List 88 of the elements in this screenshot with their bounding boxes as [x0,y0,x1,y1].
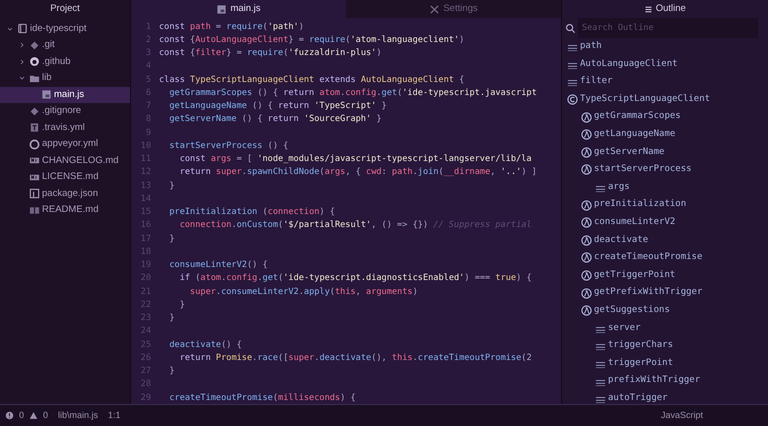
tree-item[interactable]: README.md [0,202,130,218]
outline-item[interactable]: getSuggestions [564,302,768,320]
code-line: const path = require('path') [159,20,304,34]
panel-title: Outline [656,2,686,16]
search-field[interactable]: Search Outline [578,18,758,38]
lambda-icon [580,146,592,158]
outline-item[interactable]: getLanguageName [564,126,768,144]
error-count: 0 [19,408,24,422]
outline-item[interactable]: triggerChars [564,337,768,355]
code-line: const {filter} = require('fuzzaldrin-plus') [159,47,382,60]
lambda-icon [580,200,592,211]
tree-item[interactable]: .git [0,37,130,54]
code-line: } [178,298,185,312]
code-line: } [168,232,175,246]
tree-item[interactable]: .gitignore [0,103,130,120]
tree-item[interactable]: lib [0,70,130,86]
code-line: } [168,312,175,325]
tree-item[interactable]: main.js [0,86,130,103]
outline-item[interactable]: consumeLinterV2 [564,214,768,232]
js-file-icon [40,89,52,100]
tree-item[interactable]: CHANGELOG.md [0,152,130,169]
tree-item[interactable]: ide-typescript [0,20,130,37]
lambda-icon [580,129,592,140]
panel-title: Project [49,2,81,16]
outline-item[interactable]: createTimeoutPromise [564,249,768,267]
warning-icon [29,411,38,420]
code-line: preInitialization (connection) { [168,206,335,219]
markdown-icon [28,155,40,166]
outline-item[interactable]: server [564,320,768,338]
code-line: getServerName () { return 'SourceGraph' } [168,113,382,126]
outline-item[interactable]: AutoLanguageClient [564,56,768,74]
tower-icon [28,122,40,134]
code-line: return super.spawnChildNode(args, { cwd: path.join(__dirname, '..') ] [178,166,537,180]
circle-icon [28,138,40,150]
tree-item[interactable]: LICENSE.md [0,169,130,186]
code-line: getLanguageName () { return 'TypeScript' } [168,100,387,113]
lambda-icon [580,305,592,316]
search-icon [564,22,576,34]
code-line: const args = [ 'node_modules/javascript-typescript-langserver/lib/la [178,153,532,166]
lambda-icon [580,164,592,176]
code-line: } [168,365,175,378]
lambda-icon [580,270,592,282]
tree-item[interactable]: .travis.yml [0,120,130,136]
cursor-position[interactable]: 1:1 [108,408,121,422]
code-line: return Promise.race([super.deactivate(), this.createTimeoutPromise(2 [178,352,532,365]
tree-item[interactable]: package.json [0,186,130,202]
outline-item[interactable]: getPrefixWithTrigger [564,284,768,302]
grammar-label[interactable]: JavaScript [660,408,733,422]
lambda-icon [580,112,592,123]
tree-item[interactable]: .github [0,54,130,70]
code-line: createTimeoutPromise(milliseconds) { [168,392,356,404]
outline-item[interactable]: getTriggerPoint [564,266,768,284]
js-file-icon [216,4,228,14]
outline-item[interactable]: autoTrigger [564,390,768,408]
outline-item[interactable]: args [564,178,768,196]
code-line: getGrammarScopes () { return atom.config.get('ide-typescript.javascript [168,86,537,100]
book-icon [28,204,40,216]
lambda-icon [580,288,592,299]
outline-item[interactable]: getGrammarScopes [564,108,768,126]
code-line: deactivate() { [168,338,242,352]
code-line: super.consumeLinterV2.apply(this, arguments) [189,286,418,298]
outline-item[interactable]: path [564,38,768,56]
file-path[interactable]: lib\main.js [58,408,98,422]
error-icon [5,411,14,420]
list-icon [644,4,654,14]
outline-item[interactable]: prefixWithTrigger [564,372,768,390]
outline-item[interactable]: getServerName [564,144,768,162]
outline-item[interactable]: TypeScriptLanguageClient [564,90,768,108]
lambda-icon [580,252,592,264]
book-icon [16,23,28,34]
outline-item[interactable]: triggerPoint [564,354,768,372]
code-line: startServerProcess () { [168,140,288,153]
class-icon [566,94,578,106]
code-line: } [168,180,175,192]
outline-item[interactable]: filter [564,73,768,91]
outline-item[interactable]: preInitialization [564,196,768,214]
outline-item[interactable]: startServerProcess [564,161,768,179]
code-line: consumeLinterV2() { [168,259,268,272]
tree-item[interactable]: appveyor.yml [0,136,130,152]
code-line: if (atom.config.get('ide-typescript.diagnosticsEnabled') === true) { [178,272,532,286]
code-line: class TypeScriptLanguageClient extends AutoLanguageClient { [159,74,464,86]
lambda-icon [580,234,592,246]
code-line: connection.onCustom('$/partialResult', () => {}) // Suppress partial [178,219,532,232]
outline-item[interactable]: deactivate [564,232,768,250]
warning-count: 0 [43,408,48,422]
code-line: const {AutoLanguageClient} = require('atom-languageclient') [159,34,464,47]
package-icon [28,188,40,200]
lambda-icon [580,217,592,228]
